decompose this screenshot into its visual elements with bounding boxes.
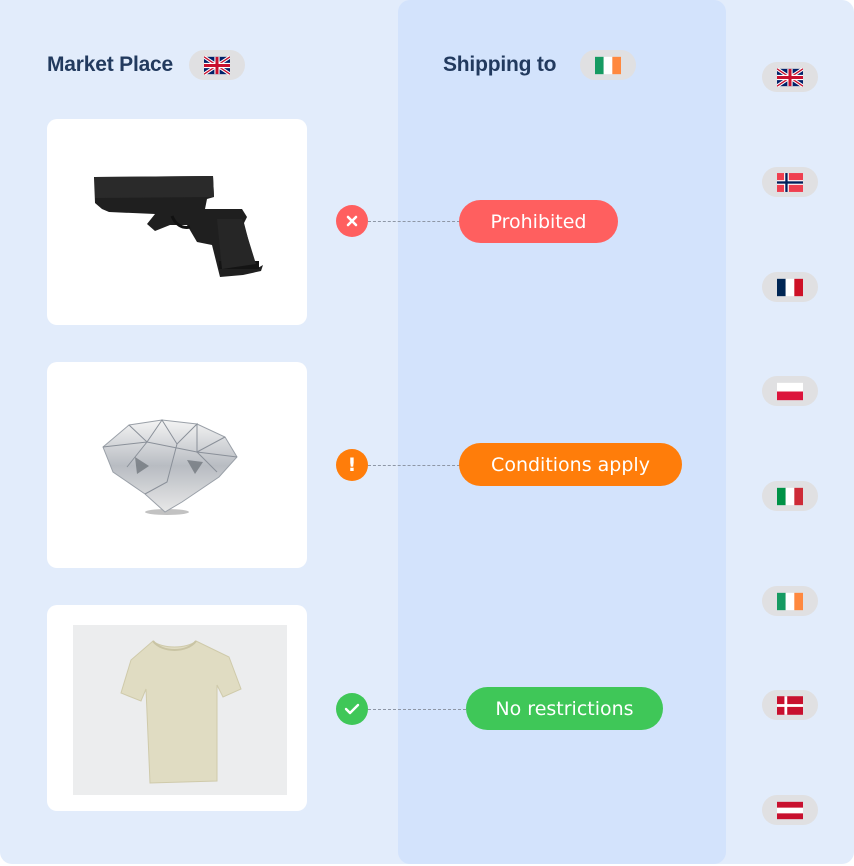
country-item-denmark[interactable] xyxy=(762,690,818,720)
shipping-panel xyxy=(398,0,726,864)
connector-line xyxy=(368,709,466,710)
country-item-norway[interactable] xyxy=(762,167,818,197)
connector-line xyxy=(368,465,460,466)
country-list-panel xyxy=(728,0,854,864)
france-flag-icon xyxy=(777,278,803,296)
shipping-flag-selector[interactable] xyxy=(580,50,636,80)
product-card-handgun[interactable] xyxy=(47,119,307,325)
poland-flag-icon xyxy=(777,382,803,400)
country-item-france[interactable] xyxy=(762,272,818,302)
austria-flag-icon xyxy=(777,801,803,819)
checkmark-icon xyxy=(336,693,368,725)
country-item-uk[interactable] xyxy=(762,62,818,92)
marketplace-title: Market Place xyxy=(47,53,174,76)
status-badge-prohibited: Prohibited xyxy=(459,200,618,243)
country-item-poland[interactable] xyxy=(762,376,818,406)
country-item-austria[interactable] xyxy=(762,795,818,825)
denmark-flag-icon xyxy=(777,695,803,715)
status-badge-conditions: Conditions apply xyxy=(459,443,682,486)
product-card-diamond[interactable] xyxy=(47,362,307,568)
diamond-image xyxy=(102,419,238,515)
uk-flag-icon xyxy=(777,67,803,87)
uk-flag-icon xyxy=(204,55,230,75)
marketplace-flag-selector[interactable] xyxy=(189,50,245,80)
ireland-flag-icon xyxy=(595,56,621,74)
x-icon xyxy=(336,205,368,237)
italy-flag-icon xyxy=(777,487,803,505)
norway-flag-icon xyxy=(777,172,803,192)
connector-line xyxy=(368,221,460,222)
exclamation-icon: ! xyxy=(336,449,368,481)
status-badge-no-restrictions: No restrictions xyxy=(466,687,663,730)
shipping-title: Shipping to xyxy=(443,53,557,76)
country-item-italy[interactable] xyxy=(762,481,818,511)
tshirt-image xyxy=(73,625,287,795)
product-card-tshirt[interactable] xyxy=(47,605,307,811)
ireland-flag-icon xyxy=(777,592,803,610)
country-item-ireland[interactable] xyxy=(762,586,818,616)
handgun-image xyxy=(94,176,263,277)
